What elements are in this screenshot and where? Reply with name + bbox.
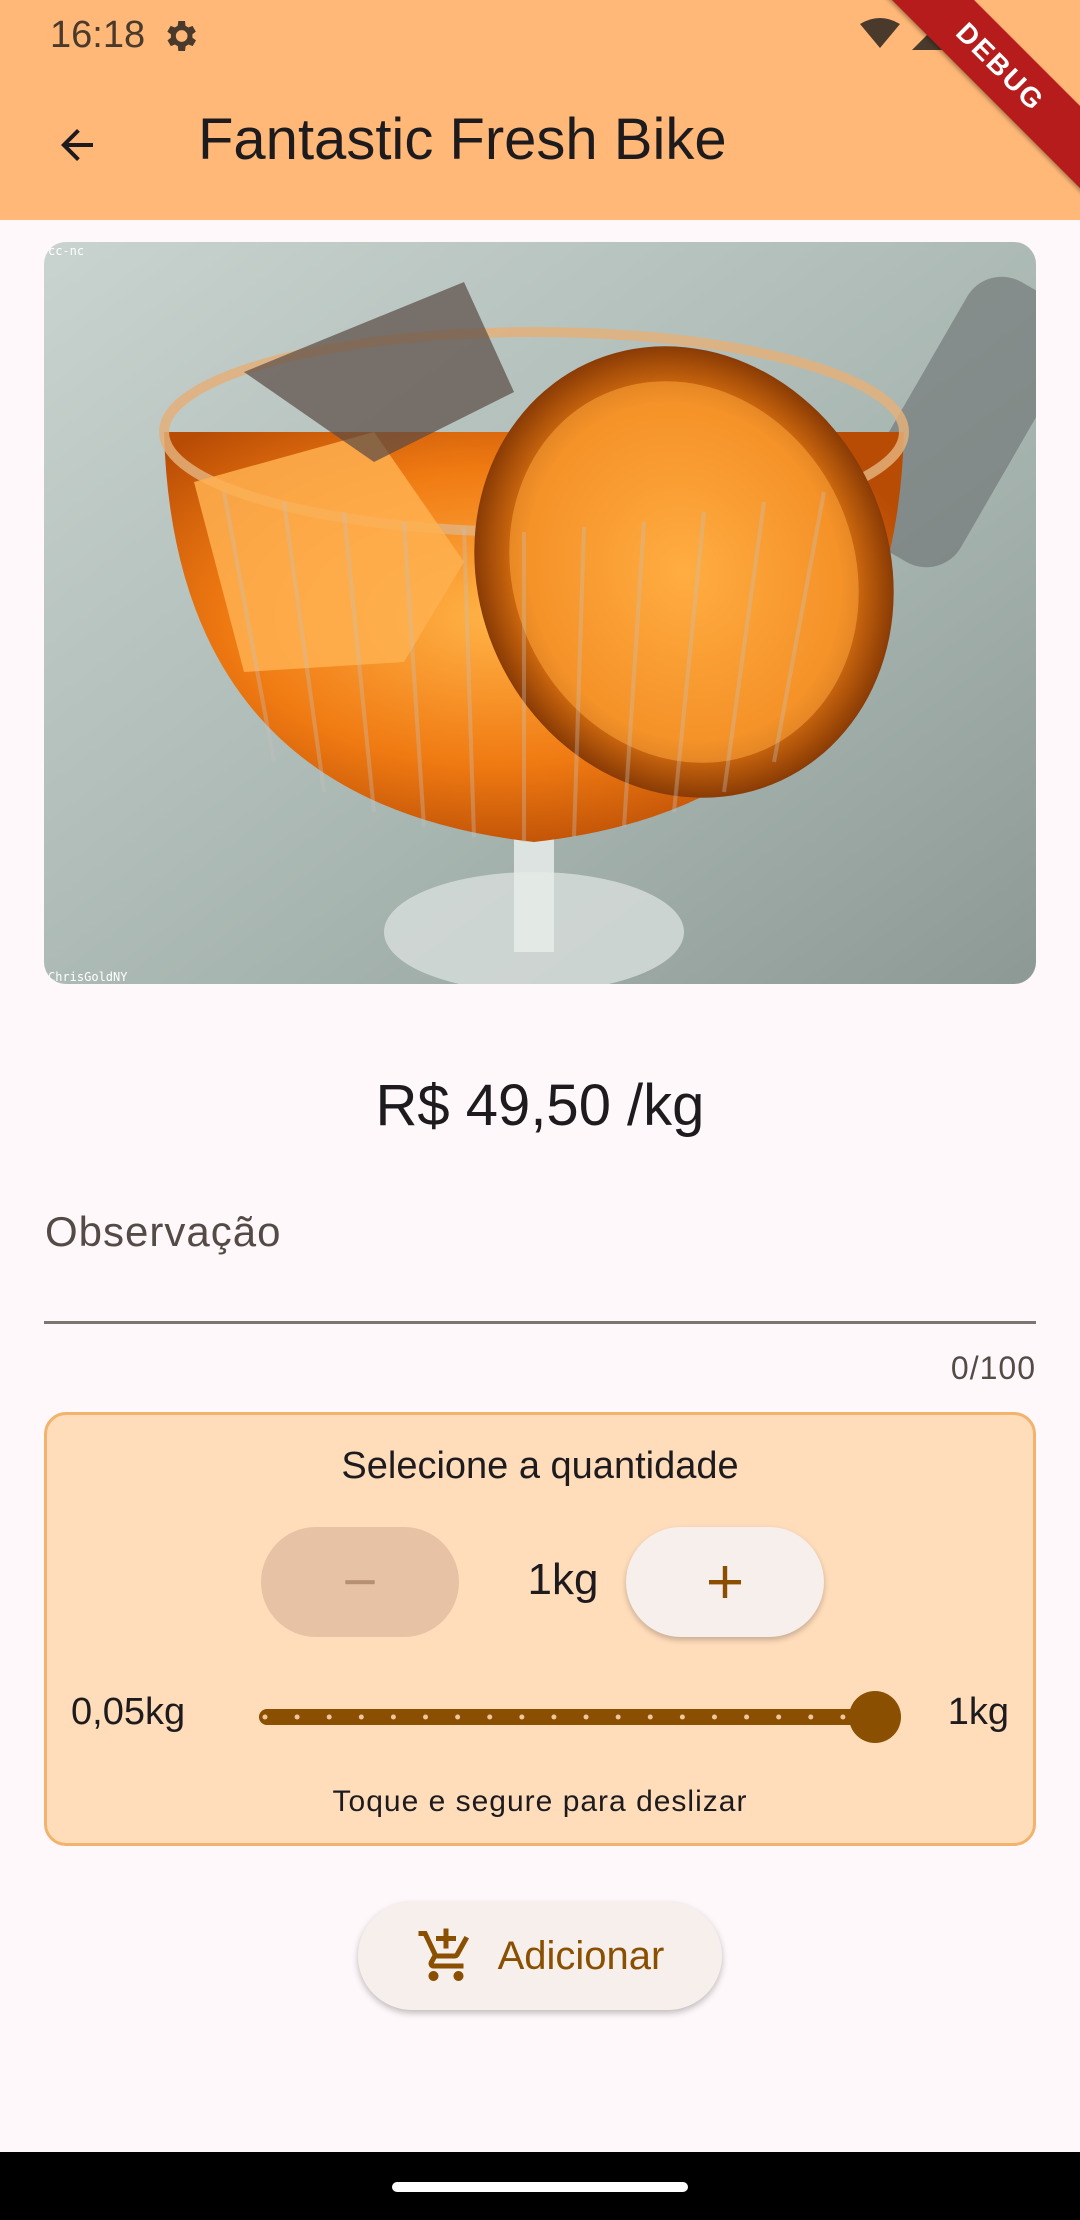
slider-tick [615,1714,621,1720]
slider-tick [390,1714,396,1720]
slider-tick [776,1714,782,1720]
slider-tick [647,1714,653,1720]
app-bar: Fantastic Fresh Bike [0,68,1080,220]
slider-tick [840,1714,846,1720]
slider-min-label: 0,05kg [71,1691,186,1733]
slider-max-label: 1kg [947,1691,1009,1733]
observation-underline [44,1321,1036,1324]
image-license-tag: cc-nc [48,244,85,258]
slider-tick [519,1714,525,1720]
add-to-cart-button[interactable]: Adicionar [358,1902,722,2010]
quantity-slider[interactable] [253,1681,913,1753]
slider-tick [487,1714,493,1720]
status-time: 16:18 [50,14,146,56]
increase-quantity-button[interactable] [626,1527,824,1637]
observation-char-counter: 0/100 [950,1350,1036,1386]
slider-tick [551,1714,557,1720]
arrow-back-icon [61,129,93,161]
add-shopping-cart-icon [418,1928,469,1981]
slider-tick [262,1714,268,1720]
slider-tick [583,1714,589,1720]
slider-active-track [259,1709,875,1725]
minus-icon [345,1580,375,1585]
slider-tick [808,1714,814,1720]
slider-tick [711,1714,717,1720]
wifi-icon [860,18,900,48]
slider-thumb[interactable] [849,1691,901,1743]
slider-tick [744,1714,750,1720]
home-gesture-handle[interactable] [392,2182,688,2192]
plus-icon [709,1566,741,1598]
cocktail-photo [44,242,1036,984]
add-button-label: Adicionar [497,1933,665,1978]
slider-tick [679,1714,685,1720]
observation-label: Observação [45,1208,282,1255]
system-navigation-bar [0,2152,1080,2220]
quantity-card: Selecione a quantidade 1kg 0,05kg 1kg To… [44,1412,1036,1846]
slider-tick [358,1714,364,1720]
slider-tick [326,1714,332,1720]
back-button[interactable] [40,108,114,182]
page-title: Fantastic Fresh Bike [198,107,727,172]
slider-tick [423,1714,429,1720]
slider-tick [294,1714,300,1720]
quantity-title: Selecione a quantidade [341,1445,739,1487]
product-price: R$ 49,50 /kg [375,1073,705,1138]
image-credit: ChrisGoldNY [48,970,128,984]
slider-hint: Toque e segure para deslizar [332,1785,748,1818]
slider-tick [455,1714,461,1720]
product-image: cc-nc ChrisGoldNY [44,242,1036,984]
decrease-quantity-button[interactable] [261,1527,459,1637]
settings-gear-icon [167,21,196,51]
